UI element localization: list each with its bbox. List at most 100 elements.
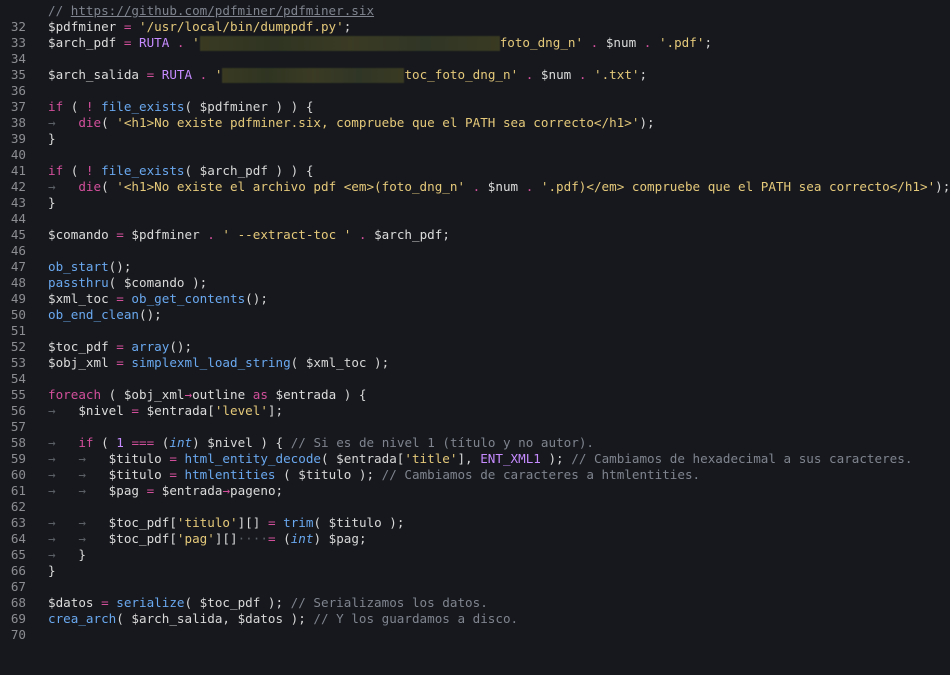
tab-guide-icon: → → <box>48 467 86 482</box>
variable: $num <box>540 67 572 82</box>
string: 'level' <box>214 403 268 418</box>
punctuation: ) <box>313 531 322 546</box>
code-line: 48 ob_start(); <box>0 259 950 290</box>
code-line: 60 → → $titulo = html_entity_decode( $en… <box>0 451 950 482</box>
redacted-path <box>222 68 405 83</box>
arguments: ( $xml_toc ); <box>290 355 390 370</box>
keyword: if <box>48 99 64 114</box>
keyword: die <box>78 115 102 130</box>
operator: . <box>192 67 215 82</box>
line-number: 70 <box>10 627 26 642</box>
code-line: 32 // https://github.com/pdfminer/pdfmin… <box>0 3 950 34</box>
code-line: 67 } <box>0 563 950 594</box>
operator: = <box>108 339 132 354</box>
punctuation: ); <box>639 115 655 130</box>
variable: $pdfminer <box>131 227 200 242</box>
operator: = <box>108 227 132 242</box>
code-line: 38 if ( ! file_exists( $pdfminer ) ) { <box>0 99 950 130</box>
code-line: 45 <box>0 211 950 242</box>
operator: = <box>93 595 117 610</box>
operator: = <box>108 355 132 370</box>
code-editor[interactable]: 32 // https://github.com/pdfminer/pdfmin… <box>0 0 950 642</box>
string: '.txt' <box>594 67 640 82</box>
code-text: ][] <box>237 515 268 530</box>
comment: // Y los guardamos a disco. <box>313 611 519 626</box>
punctuation: ( <box>63 99 86 114</box>
string: '.pdf' <box>658 35 705 50</box>
string: 'titulo' <box>176 515 238 530</box>
string: 'title' <box>404 451 458 466</box>
string: '<h1>No existe el archivo pdf <em>(foto_… <box>116 179 466 194</box>
code-line: 35 <box>0 51 950 82</box>
code-line: 46 $comando = $pdfminer . ' --extract-to… <box>0 227 950 258</box>
punctuation: ( <box>101 115 117 130</box>
brace: } <box>48 563 56 578</box>
operator: . <box>636 35 659 50</box>
arguments: ( $toc_pdf ); <box>184 595 291 610</box>
tab-guide-icon: → <box>48 115 56 130</box>
operator: = <box>267 515 276 530</box>
comment: // Si es de nivel 1 (título y no autor). <box>290 435 595 450</box>
code-line: 58 <box>0 419 950 450</box>
code-line: 34 $arch_pdf = RUTA . ' foto_dng_n' . $nu… <box>0 35 950 66</box>
operator: = <box>116 35 139 50</box>
string: foto_dng_n' <box>499 35 584 50</box>
variable: $entrada <box>275 387 337 402</box>
comment: // Cambiamos de caracteres a htmlentitie… <box>381 467 701 482</box>
constant: ENT_XML1 <box>480 451 541 466</box>
type-cast: int <box>290 531 314 546</box>
comment: // Cambiamos de hexadecimal a sus caract… <box>571 451 913 466</box>
arrow-operator: → <box>222 483 231 498</box>
comment: // Serializamos los datos. <box>290 595 488 610</box>
function-name: simplexml_load_string <box>131 355 291 370</box>
operator: === <box>123 435 162 450</box>
function-name: htmlentities <box>184 467 276 482</box>
arguments: ( $comando ); <box>108 275 208 290</box>
function-name: serialize <box>116 595 185 610</box>
string: 'pag' <box>176 531 215 546</box>
code-line: 47 <box>0 243 950 274</box>
arguments: ( $pdfminer ) ) { <box>184 99 314 114</box>
arrow-operator: → <box>184 387 193 402</box>
punctuation: ); <box>935 179 950 194</box>
code-line: 33 $pdfminer = '/usr/local/bin/dumppdf.p… <box>0 19 950 50</box>
tab-guide-icon: → → <box>48 451 86 466</box>
operator: ! <box>85 163 94 178</box>
tab-guide-icon: → <box>48 403 56 418</box>
function-name: file_exists <box>101 99 185 114</box>
variable: $pdfminer <box>48 19 117 34</box>
variable: $arch_pdf <box>48 35 117 50</box>
variable: $pag <box>108 483 140 498</box>
punctuation: (); <box>108 259 132 274</box>
string: toc_foto_dng_n' <box>404 67 519 82</box>
arguments: ( $entrada[ <box>320 451 405 466</box>
keyword: foreach <box>48 387 102 402</box>
variable: $arch_pdf <box>374 227 443 242</box>
code-line: 59 → if ( 1 === (int) $nivel ) { // Si e… <box>0 435 950 466</box>
punctuation: (); <box>169 339 193 354</box>
variable: $num <box>605 35 637 50</box>
punctuation: ; <box>639 67 648 82</box>
variable: $datos <box>48 595 94 610</box>
punctuation: ( <box>93 435 117 450</box>
operator: = <box>267 531 276 546</box>
punctuation: ( <box>101 387 124 402</box>
constant: RUTA <box>139 35 170 50</box>
code-line: 70 crea_arch( $arch_salida, $datos ); //… <box>0 611 950 642</box>
code-line: 39 → die( '<h1>No existe pdfminer.six, c… <box>0 115 950 146</box>
keyword: as <box>245 387 276 402</box>
code-line: 44 } <box>0 195 950 226</box>
url-link[interactable]: https://github.com/pdfminer/pdfminer.six <box>71 3 374 18</box>
tab-guide-icon: → <box>48 179 56 194</box>
variable: $nivel <box>78 403 124 418</box>
operator: . <box>169 35 193 50</box>
code-line: 54 $obj_xml = simplexml_load_string( $xm… <box>0 355 950 386</box>
function-name: trim <box>283 515 314 530</box>
arguments: ], <box>457 451 481 466</box>
code-line: 62 → → $pag = $entrada→pageno; <box>0 483 950 514</box>
code-line: 69 $datos = serialize( $toc_pdf ); // Se… <box>0 595 950 626</box>
operator: . <box>518 67 541 82</box>
string: '<h1>No existe pdfminer.six, compruebe q… <box>116 115 640 130</box>
punctuation: ; <box>343 19 352 34</box>
